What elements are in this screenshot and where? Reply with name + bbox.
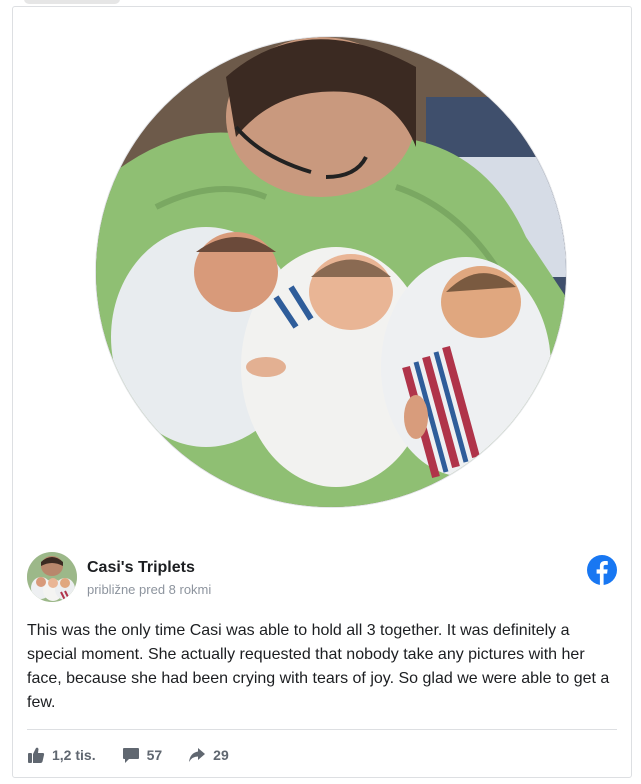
like-count: 1,2 tis.	[52, 747, 96, 763]
facebook-icon[interactable]	[587, 555, 617, 585]
post-header: Casi's Triplets približne pred 8 rokmi	[27, 552, 617, 602]
share-button[interactable]: 29	[188, 746, 229, 764]
divider	[27, 729, 617, 730]
page-name[interactable]: Casi's Triplets	[87, 559, 195, 577]
triplets-photo-illustration	[96, 37, 566, 507]
comment-button[interactable]: 57	[122, 746, 163, 764]
post-text: This was the only time Casi was able to …	[27, 622, 610, 711]
post-photo[interactable]	[96, 37, 566, 507]
post-timestamp[interactable]: približne pred 8 rokmi	[87, 582, 211, 597]
share-count: 29	[213, 747, 229, 763]
like-button[interactable]: 1,2 tis.	[27, 746, 96, 764]
top-edge-pill	[24, 0, 120, 4]
page-avatar[interactable]	[27, 552, 77, 602]
share-arrow-icon	[189, 748, 206, 762]
post-actions: 1,2 tis. 57 29	[27, 744, 255, 766]
post-card: Casi's Triplets približne pred 8 rokmi T…	[12, 6, 632, 778]
comment-icon	[122, 748, 139, 763]
comment-count: 57	[146, 747, 163, 763]
thumbs-up-icon	[28, 747, 45, 763]
avatar-image	[27, 552, 77, 602]
